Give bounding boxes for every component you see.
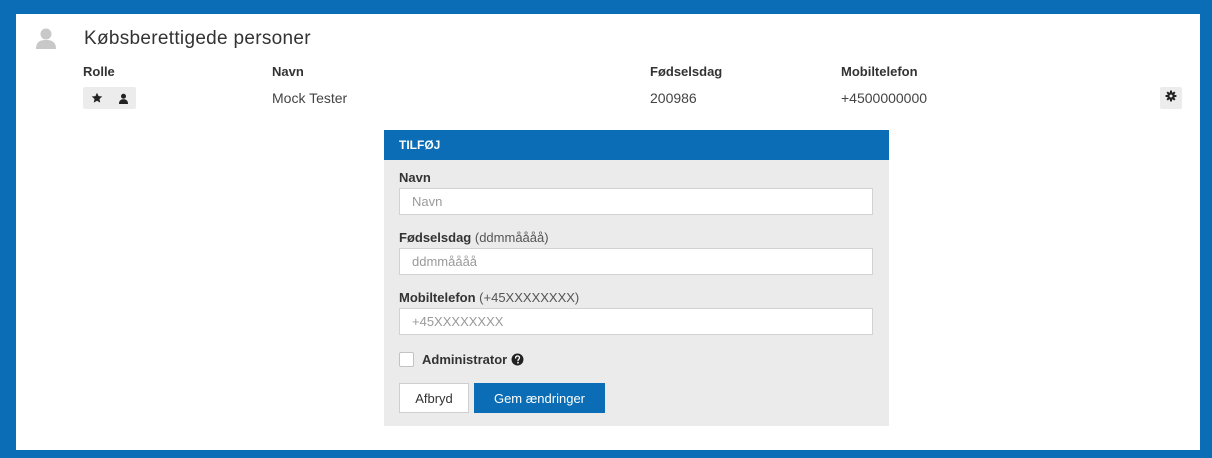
name-label-text: Navn	[399, 170, 431, 185]
authorized-persons-panel: Købsberettigede personer Rolle Navn Føds…	[16, 14, 1200, 450]
birthday-label: Fødselsdag (ddmmåååå)	[399, 230, 549, 245]
name-label: Navn	[399, 170, 431, 185]
cancel-button[interactable]: Afbryd	[399, 383, 469, 413]
administrator-checkbox[interactable]	[399, 352, 414, 367]
administrator-option: Administrator	[399, 352, 524, 367]
row-birthday: 200986	[650, 90, 697, 106]
column-header-role: Rolle	[83, 64, 115, 79]
administrator-label: Administrator	[422, 352, 508, 367]
save-changes-button[interactable]: Gem ændringer	[474, 383, 605, 413]
gear-icon	[1165, 89, 1177, 107]
mobile-label: Mobiltelefon (+45XXXXXXXX)	[399, 290, 579, 305]
column-header-mobile: Mobiltelefon	[841, 64, 918, 79]
role-badges	[83, 87, 136, 109]
birthday-input[interactable]	[399, 248, 873, 275]
section-title: Købsberettigede personer	[84, 28, 311, 49]
name-input[interactable]	[399, 188, 873, 215]
add-person-form: TILFØJ Navn Fødselsdag (ddmmåååå) Mobilt…	[384, 130, 889, 426]
mobile-input[interactable]	[399, 308, 873, 335]
user-icon	[118, 93, 129, 104]
birthday-format-hint: (ddmmåååå)	[474, 230, 549, 245]
mobile-label-text: Mobiltelefon	[399, 290, 476, 305]
column-header-name: Navn	[272, 64, 304, 79]
mobile-format-hint: (+45XXXXXXXX)	[479, 290, 580, 305]
user-icon	[35, 27, 57, 49]
row-mobile: +4500000000	[841, 90, 928, 106]
question-circle-icon[interactable]	[511, 353, 524, 366]
row-settings-button[interactable]	[1160, 87, 1182, 109]
row-name: Mock Tester	[272, 90, 348, 106]
form-title: TILFØJ	[384, 130, 889, 160]
birthday-label-text: Fødselsdag	[399, 230, 472, 245]
star-icon	[91, 92, 103, 104]
column-header-birthday: Fødselsdag	[650, 64, 723, 79]
